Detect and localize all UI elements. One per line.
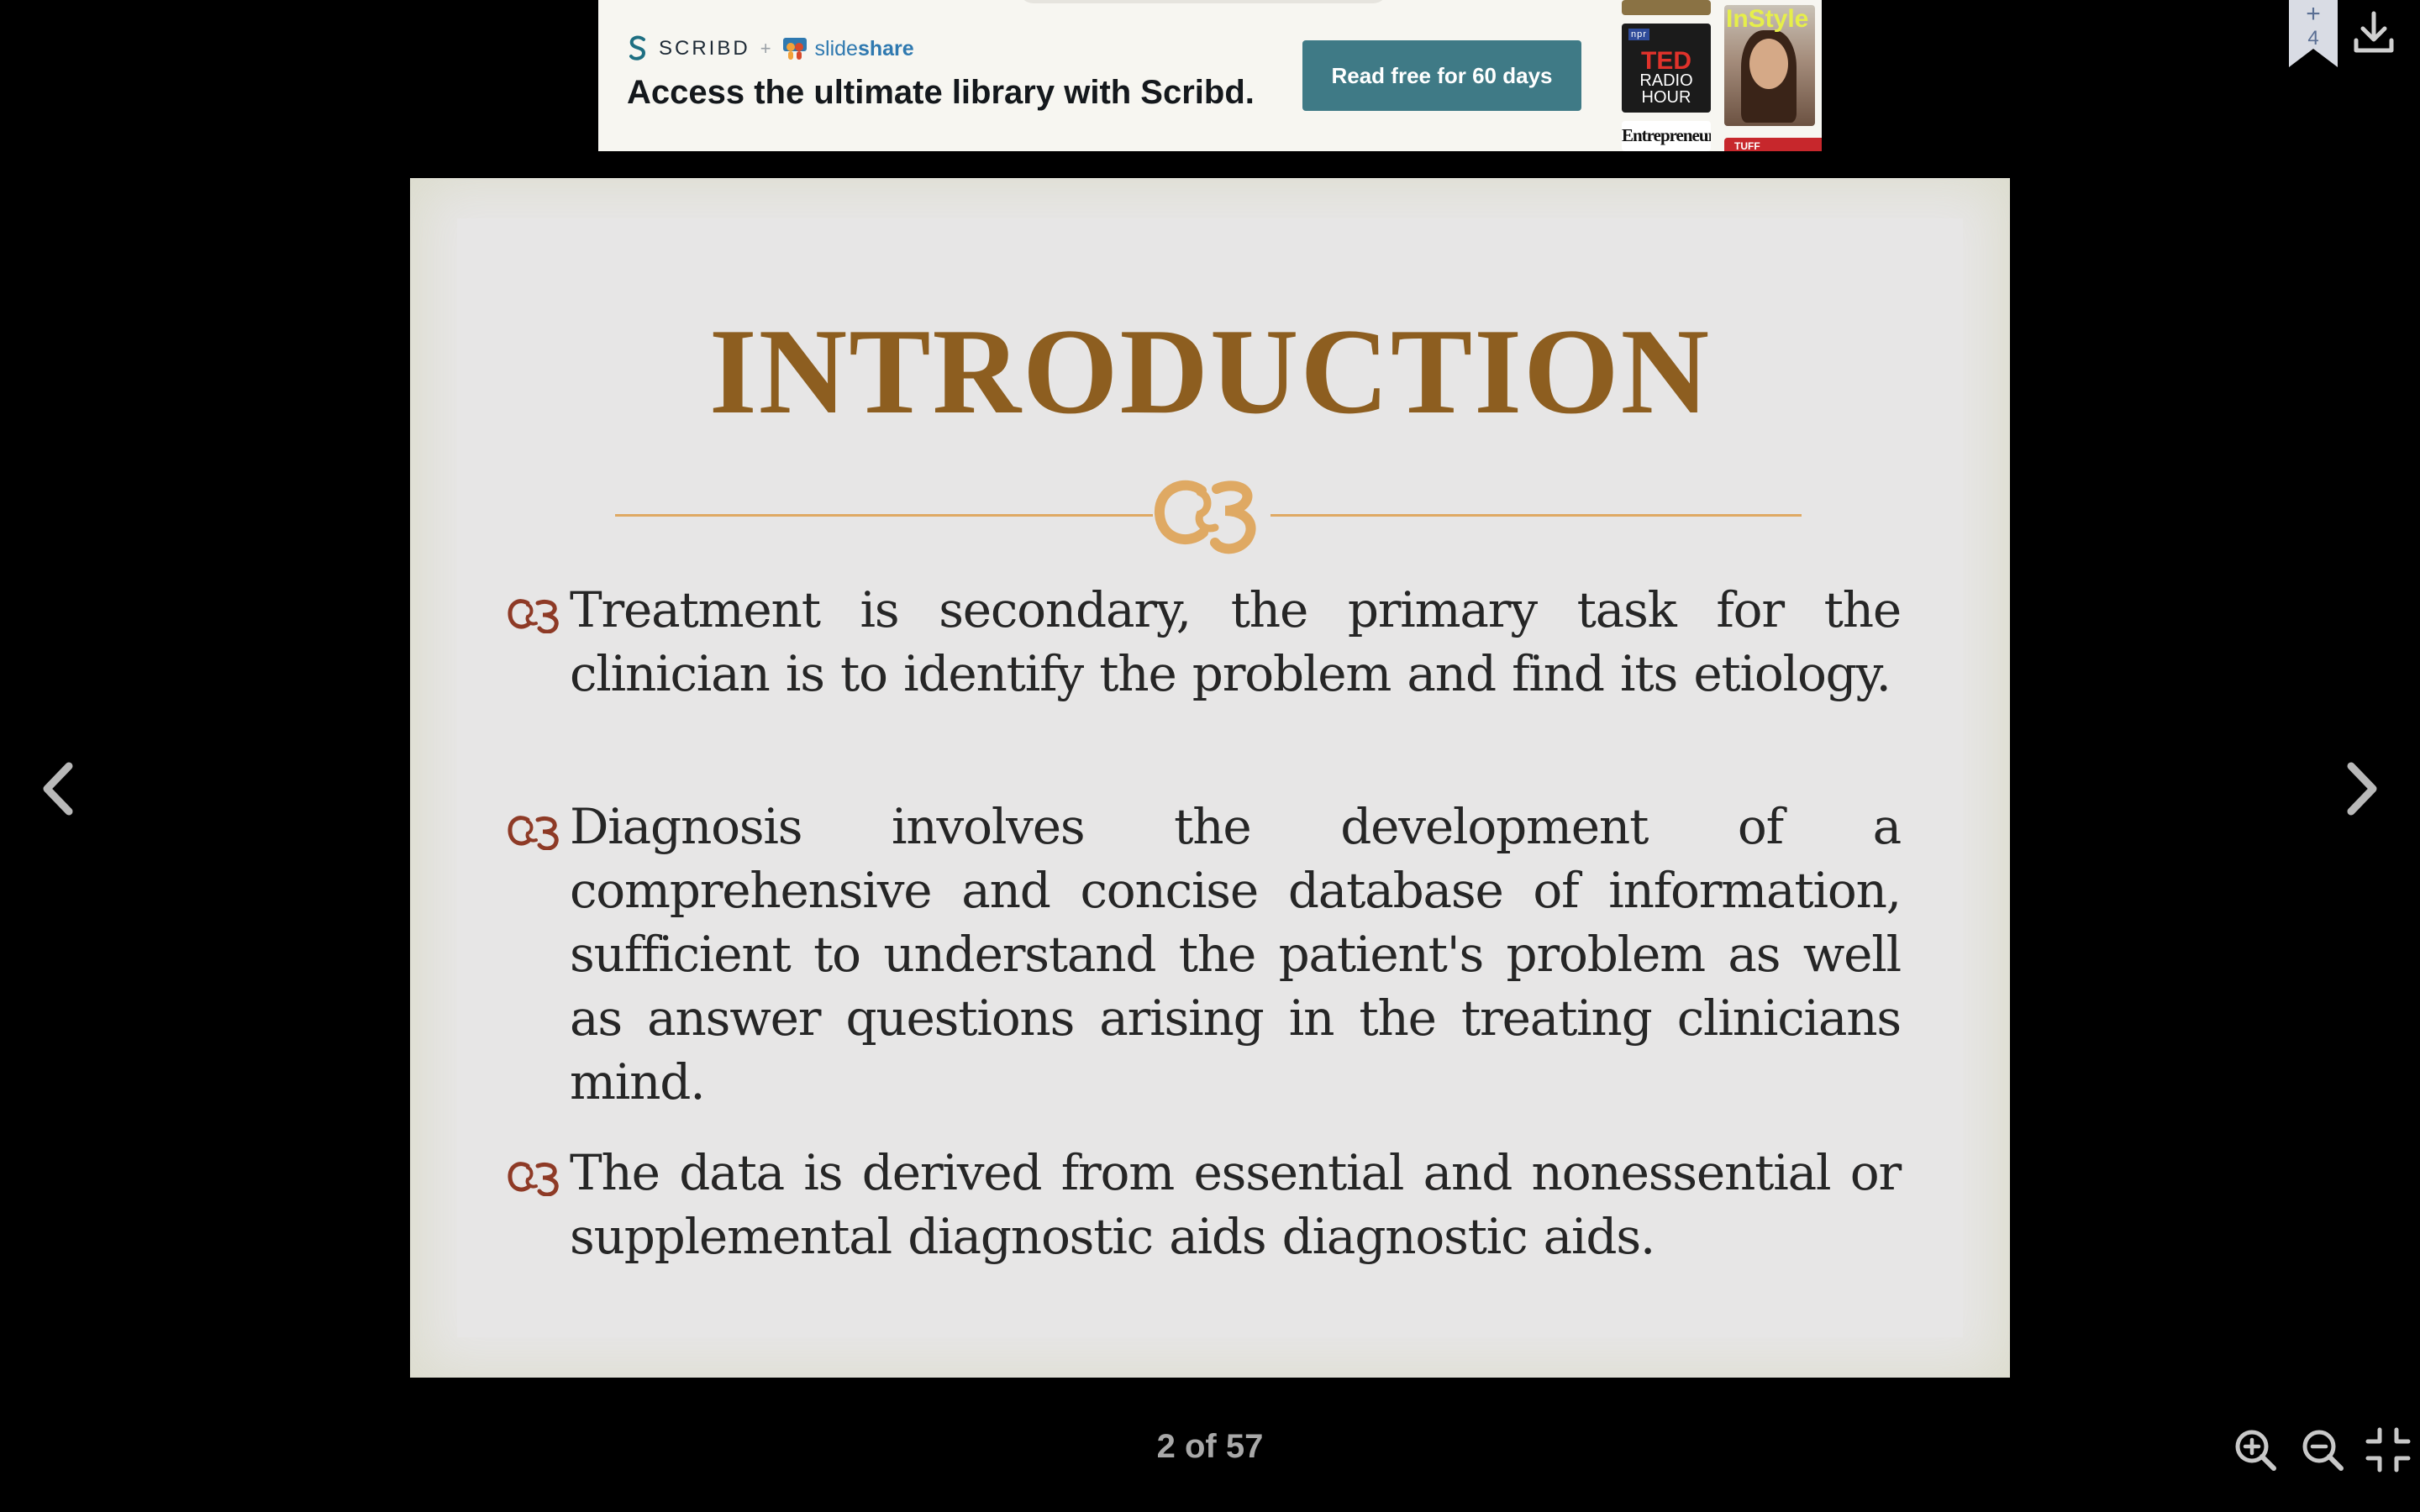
scribd-wordmark: SCRIBD	[659, 37, 750, 60]
npr-label: npr	[1628, 29, 1649, 40]
zoom-out-icon[interactable]	[2299, 1426, 2346, 1473]
bullet-flourish-icon	[508, 599, 559, 633]
book-cover-instyle[interactable]: InStyle	[1724, 5, 1815, 126]
bookmark-button[interactable]: + 4	[2287, 0, 2339, 69]
bookmark-plus: +	[2306, 0, 2321, 28]
slideshare-wordmark: slideshare	[815, 37, 914, 61]
ornament-line-left	[615, 514, 1153, 517]
book-cover-ted-radio-hour[interactable]: npr TED RADIO HOUR	[1622, 24, 1711, 113]
book-cover-tuff[interactable]: TUFF	[1724, 138, 1822, 151]
scribd-ad-banner[interactable]: SCRIBD + slideshare Access the ultimate …	[598, 0, 1822, 151]
ornament-flourish-icon	[1155, 480, 1256, 554]
download-icon[interactable]	[2349, 8, 2398, 57]
chevron-left-icon[interactable]	[35, 759, 86, 818]
ted-subtitle-2: HOUR	[1641, 88, 1691, 107]
ornament-line-right	[1270, 514, 1802, 517]
bookmark-count: 4	[2307, 27, 2319, 50]
instyle-wordmark: InStyle	[1726, 5, 1809, 33]
brand-plus: +	[760, 38, 771, 59]
chevron-right-icon[interactable]	[2334, 759, 2385, 818]
slide-title: INTRODUCTION	[708, 303, 1712, 439]
zoom-in-icon[interactable]	[2232, 1426, 2279, 1473]
ad-tagline: Access the ultimate library with Scribd.	[627, 74, 1255, 111]
bullet-flourish-icon	[508, 1162, 559, 1196]
bullet-text-1: Treatment is secondary, the primary task…	[570, 581, 1902, 702]
page-counter: 2 of 57	[1156, 1428, 1264, 1465]
slideshare-suffix: share	[857, 36, 914, 60]
cover-model-face	[1749, 39, 1788, 89]
read-free-button[interactable]: Read free for 60 days	[1302, 40, 1581, 111]
book-cover-top[interactable]	[1622, 0, 1711, 15]
book-cover-entrepreneur[interactable]: Entrepreneur	[1622, 121, 1711, 151]
ad-brand-row: SCRIBD + slideshare	[627, 32, 914, 66]
ad-top-shadow	[1018, 0, 1388, 3]
bullet-flourish-icon	[508, 816, 559, 850]
exit-fullscreen-icon[interactable]	[2365, 1426, 2412, 1473]
scribd-logo-icon	[629, 35, 646, 60]
slideshare-prefix: slide	[814, 36, 858, 60]
slideshare-logo-icon	[782, 38, 807, 60]
bullet-text-2: Diagnosis involves the development of a …	[570, 798, 1902, 1110]
ted-title: TED	[1641, 47, 1691, 75]
bullet-text-3: The data is derived from essential and n…	[570, 1144, 1902, 1265]
slide-viewer: SCRIBD + slideshare Access the ultimate …	[0, 0, 2420, 1512]
ted-subtitle-1: RADIO	[1639, 71, 1693, 90]
